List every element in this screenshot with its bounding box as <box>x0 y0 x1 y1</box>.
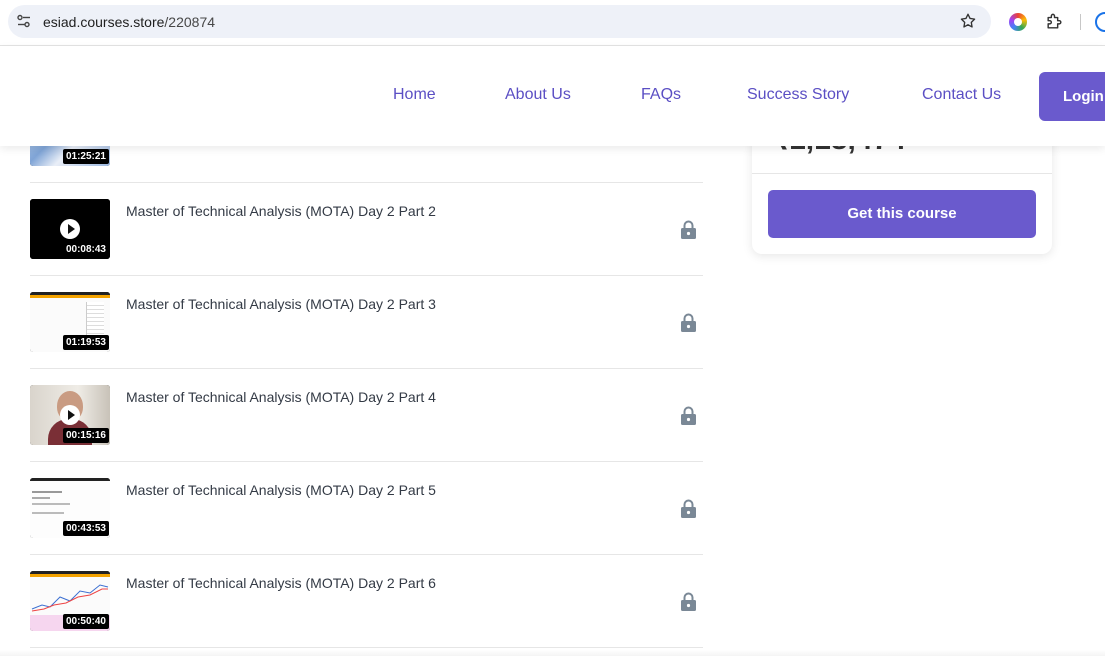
lesson-thumbnail[interactable]: 00:15:16 <box>30 385 110 445</box>
url-text[interactable]: esiad.courses.store/220874 <box>43 14 215 30</box>
url-host: esiad.courses.store <box>43 14 165 30</box>
lock-icon <box>681 406 696 425</box>
bookmark-star-icon[interactable] <box>959 12 977 30</box>
lesson-title[interactable]: Master of Technical Analysis (MOTA) Day … <box>126 482 436 498</box>
lesson-item[interactable]: 01:19:53 Master of Technical Analysis (M… <box>30 276 703 369</box>
nav-success-story[interactable]: Success Story <box>747 86 849 104</box>
nav-contact-us[interactable]: Contact Us <box>922 86 1001 104</box>
course-price-card: ₹1,18,474 Get this course <box>752 146 1052 254</box>
browser-toolbar: esiad.courses.store/220874 <box>0 0 1105 46</box>
lock-icon <box>681 313 696 332</box>
login-button[interactable]: Login <box>1039 72 1105 121</box>
lesson-duration: 01:25:21 <box>62 149 109 164</box>
lesson-item[interactable]: 00:43:53 Master of Technical Analysis (M… <box>30 462 703 555</box>
lesson-duration: 00:43:53 <box>62 521 109 536</box>
lesson-thumbnail[interactable]: 01:25:21 <box>30 146 110 166</box>
extensions-puzzle-icon[interactable] <box>1045 12 1064 31</box>
lesson-title[interactable]: Master of Technical Analysis (MOTA) Day … <box>126 203 436 219</box>
lesson-title[interactable]: Master of Technical Analysis (MOTA) Day … <box>126 389 436 405</box>
lesson-item[interactable]: 01:25:21 <box>30 146 703 183</box>
toolbar-divider <box>1080 14 1081 30</box>
lesson-thumbnail[interactable]: 00:50:40 <box>30 571 110 631</box>
lesson-duration: 00:50:40 <box>62 614 109 629</box>
nav-about-us[interactable]: About Us <box>505 86 571 104</box>
lock-icon <box>681 499 696 518</box>
color-extension-icon[interactable] <box>1009 13 1027 31</box>
lesson-duration: 01:19:53 <box>62 335 109 350</box>
lesson-item[interactable]: 00:15:16 Master of Technical Analysis (M… <box>30 369 703 462</box>
address-bar[interactable]: esiad.courses.store/220874 <box>8 5 991 38</box>
get-course-button[interactable]: Get this course <box>768 190 1036 238</box>
play-icon <box>60 219 80 239</box>
scroll-fade <box>0 650 1105 656</box>
play-icon <box>60 405 80 425</box>
lesson-thumbnail[interactable]: 01:19:53 <box>30 292 110 352</box>
card-divider <box>752 173 1052 174</box>
lesson-item[interactable]: 00:08:43 Master of Technical Analysis (M… <box>30 183 703 276</box>
lock-icon <box>681 592 696 611</box>
nav-home[interactable]: Home <box>393 86 436 104</box>
lesson-title[interactable]: Master of Technical Analysis (MOTA) Day … <box>126 575 436 591</box>
url-path: /220874 <box>164 14 216 30</box>
lesson-title[interactable]: Master of Technical Analysis (MOTA) Day … <box>126 296 436 312</box>
lesson-duration: 00:08:43 <box>62 242 109 257</box>
site-settings-icon[interactable] <box>16 13 32 29</box>
lesson-duration: 00:15:16 <box>62 428 109 443</box>
course-content: 01:25:21 00:08:43 Master of Technical An… <box>0 146 1105 656</box>
nav-faqs[interactable]: FAQs <box>641 86 681 104</box>
profile-icon[interactable] <box>1095 12 1105 32</box>
lesson-list: 01:25:21 00:08:43 Master of Technical An… <box>30 146 703 648</box>
lesson-thumbnail[interactable]: 00:43:53 <box>30 478 110 538</box>
lesson-item[interactable]: 00:50:40 Master of Technical Analysis (M… <box>30 555 703 648</box>
lesson-thumbnail[interactable]: 00:08:43 <box>30 199 110 259</box>
lock-icon <box>681 220 696 239</box>
course-price: ₹1,18,474 <box>770 146 906 157</box>
site-header: Home About Us FAQs Success Story Contact… <box>0 46 1105 146</box>
